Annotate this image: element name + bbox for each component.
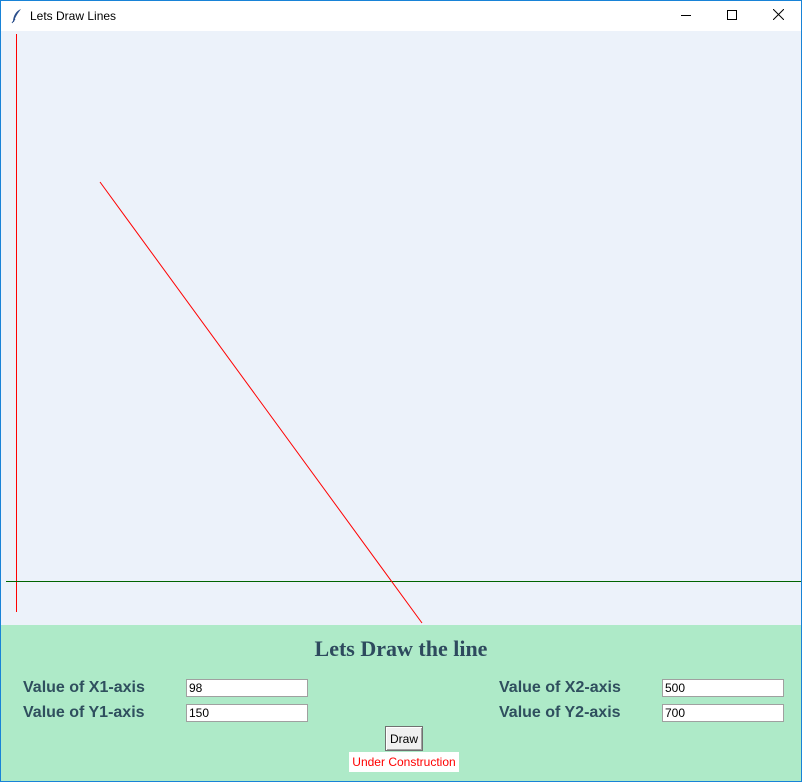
control-panel: Lets Draw the line Value of X1-axis Valu…: [1, 625, 801, 781]
app-window: Lets Draw Lines Lets Draw the line Value…: [0, 0, 802, 782]
x1-label: Value of X1-axis: [23, 679, 145, 696]
drawing-canvas[interactable]: [1, 31, 801, 625]
minimize-icon: [681, 7, 691, 25]
drawn-line: [99, 181, 423, 624]
close-icon: [772, 7, 784, 25]
close-button[interactable]: [755, 1, 801, 31]
maximize-icon: [727, 7, 737, 25]
panel-heading: Lets Draw the line: [314, 636, 488, 661]
status-label: Under Construction: [349, 752, 459, 772]
draw-button[interactable]: Draw: [385, 726, 423, 751]
window-title: Lets Draw Lines: [30, 9, 117, 23]
x2-input[interactable]: [662, 679, 784, 697]
feather-icon: [10, 8, 24, 24]
title-bar: Lets Draw Lines: [1, 1, 801, 31]
y2-label: Value of Y2-axis: [499, 704, 621, 721]
y1-input[interactable]: [186, 704, 308, 722]
minimize-button[interactable]: [663, 1, 709, 31]
x1-input[interactable]: [186, 679, 308, 697]
maximize-button[interactable]: [709, 1, 755, 31]
x2-label: Value of X2-axis: [499, 679, 621, 696]
y1-label: Value of Y1-axis: [23, 704, 145, 721]
y2-input[interactable]: [662, 704, 784, 722]
